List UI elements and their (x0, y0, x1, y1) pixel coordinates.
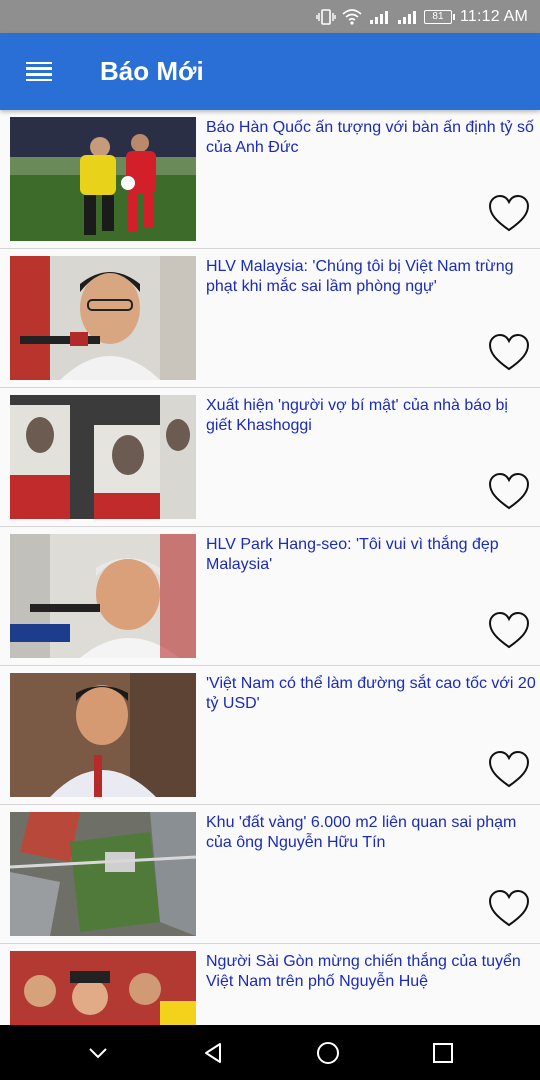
menu-icon[interactable] (26, 61, 52, 82)
heart-outline-icon[interactable] (488, 611, 530, 651)
vibrate-icon (316, 8, 336, 25)
recents-icon[interactable] (423, 1033, 463, 1073)
news-feed[interactable]: Báo Hàn Quốc ấn tượng với bàn ấn định tỷ… (0, 110, 540, 1025)
news-headline[interactable]: Xuất hiện 'người vợ bí mật' của nhà báo … (206, 396, 536, 436)
signal-icon (397, 10, 416, 24)
heart-outline-icon[interactable] (488, 194, 530, 234)
news-headline[interactable]: Khu 'đất vàng' 6.000 m2 liên quan sai ph… (206, 813, 536, 853)
heart-outline-icon[interactable] (488, 472, 530, 512)
system-nav-bar (0, 1025, 540, 1080)
signal-icon (369, 10, 388, 24)
news-item[interactable]: HLV Malaysia: 'Chúng tôi bị Việt Nam trừ… (0, 249, 540, 388)
app-bar: Báo Mới (0, 33, 540, 110)
battery-level: 81 (432, 10, 444, 22)
news-item[interactable]: Xuất hiện 'người vợ bí mật' của nhà báo … (0, 388, 540, 527)
news-item[interactable]: 'Việt Nam có thể làm đường sắt cao tốc v… (0, 666, 540, 805)
football-match-photo[interactable] (10, 117, 196, 241)
status-bar: 81 11:12 AM (0, 0, 540, 33)
coach-press-conference-photo[interactable] (10, 256, 196, 380)
back-icon[interactable] (193, 1033, 233, 1073)
news-headline[interactable]: HLV Park Hang-seo: 'Tôi vui vì thắng đẹp… (206, 535, 536, 575)
chevron-down-icon[interactable] (78, 1033, 118, 1073)
home-icon[interactable] (308, 1033, 348, 1073)
news-headline[interactable]: HLV Malaysia: 'Chúng tôi bị Việt Nam trừ… (206, 257, 536, 297)
page-title: Báo Mới (100, 56, 204, 86)
news-headline[interactable]: Báo Hàn Quốc ấn tượng với bàn ấn định tỷ… (206, 118, 536, 158)
coach-microphone-photo[interactable] (10, 534, 196, 658)
news-headline[interactable]: Người Sài Gòn mừng chiến thắng của tuyển… (206, 952, 536, 992)
news-item[interactable]: Báo Hàn Quốc ấn tượng với bàn ấn định tỷ… (0, 110, 540, 249)
news-item[interactable]: Khu 'đất vàng' 6.000 m2 liên quan sai ph… (0, 805, 540, 944)
celebrating-crowd-photo[interactable] (10, 951, 196, 1025)
news-item[interactable]: HLV Park Hang-seo: 'Tôi vui vì thắng đẹp… (0, 527, 540, 666)
heart-outline-icon[interactable] (488, 333, 530, 373)
news-item[interactable]: Người Sài Gòn mừng chiến thắng của tuyển… (0, 944, 540, 1025)
protest-signs-photo[interactable] (10, 395, 196, 519)
news-headline[interactable]: 'Việt Nam có thể làm đường sắt cao tốc v… (206, 674, 536, 714)
wifi-icon (342, 8, 362, 25)
official-speaking-photo[interactable] (10, 673, 196, 797)
aerial-city-photo[interactable] (10, 812, 196, 936)
clock: 11:12 AM (459, 7, 528, 25)
heart-outline-icon[interactable] (488, 889, 530, 929)
heart-outline-icon[interactable] (488, 750, 530, 790)
battery-icon: 81 (423, 9, 455, 24)
